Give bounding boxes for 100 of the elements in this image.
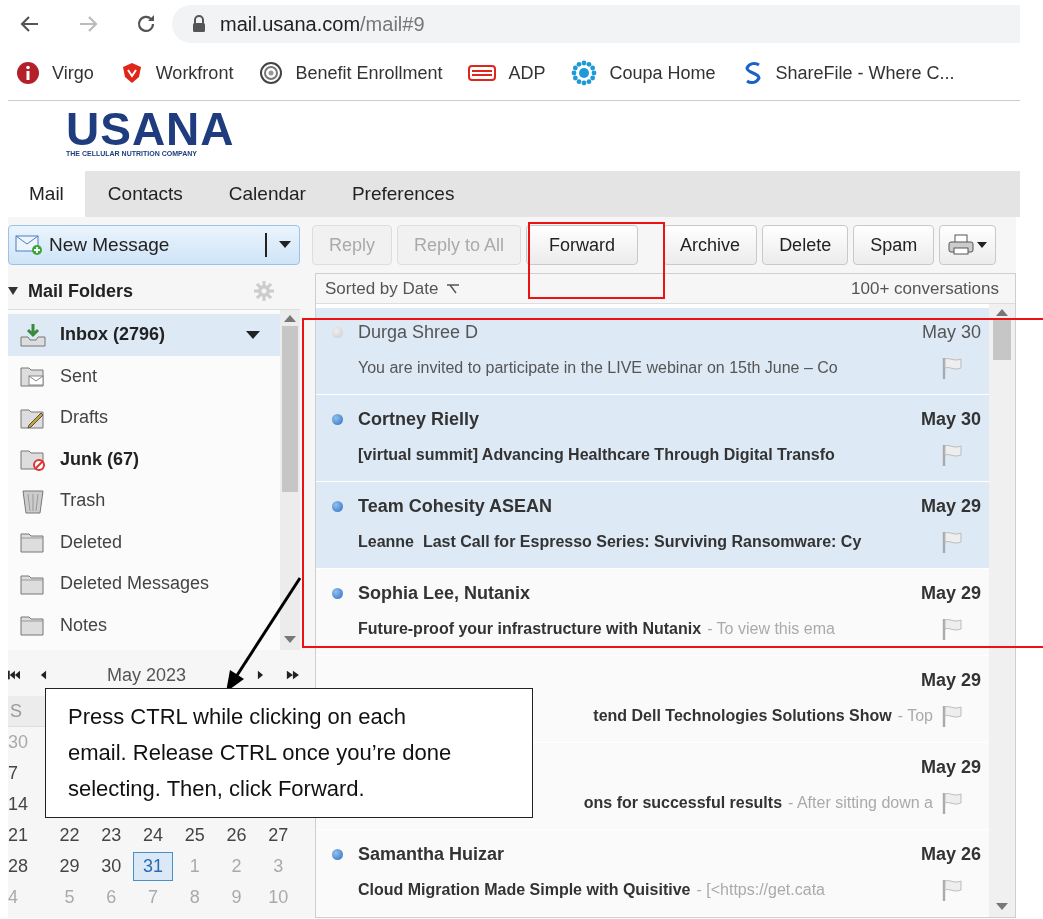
folder-item[interactable]: Trash: [8, 480, 280, 522]
logo-wordmark: USANA: [66, 109, 236, 149]
bookmark[interactable]: Coupa Home: [571, 60, 716, 86]
message-preview: - After sitting down a: [788, 794, 933, 812]
status-dot: [332, 413, 343, 425]
folder-item[interactable]: Drafts: [8, 397, 280, 439]
status-dot: [332, 500, 343, 512]
message-preview: - [<https://get.cata: [696, 881, 825, 899]
flag-icon[interactable]: [941, 704, 963, 728]
folder-item[interactable]: Junk (67): [8, 438, 280, 480]
message-subject: ons for successful results: [583, 794, 783, 812]
tab[interactable]: Calendar: [205, 171, 329, 217]
toolbar-button[interactable]: Archive: [663, 225, 758, 265]
calendar-month: May 2023: [107, 664, 188, 686]
url-host: mail.usana.com: [220, 12, 361, 36]
toolbar-button[interactable]: Forward: [526, 225, 639, 265]
message-row[interactable]: Durga Shree D May 30 You are invited to participate in the LIVE webinar on 15th June – Co: [316, 308, 989, 395]
calendar-day[interactable]: 31: [133, 852, 173, 881]
folder-envelope-icon: [20, 364, 46, 389]
message-subject: tend Dell Technologies Solutions Show: [593, 707, 892, 725]
calendar-day[interactable]: 26: [216, 821, 257, 850]
address-bar[interactable]: mail.usana.com/mail#9: [172, 5, 1020, 43]
sort-label[interactable]: Sorted by Date: [325, 278, 439, 299]
conversation-count: 100+ conversations: [851, 278, 999, 299]
calendar-day[interactable]: 27: [258, 821, 299, 850]
message-date: May 29: [920, 582, 981, 604]
flag-icon[interactable]: [941, 617, 963, 641]
skip-forward-icon[interactable]: [286, 669, 300, 681]
scrollbar[interactable]: [989, 304, 1015, 917]
message-row[interactable]: Team Cohesity ASEAN May 29 Leanne Last Call for Espresso Series: Surviving Ransomware: Cy: [316, 482, 989, 569]
message-date: May 29: [920, 495, 981, 517]
folder-blocked-icon: [20, 447, 46, 472]
caret-icon: [279, 241, 291, 249]
message-row[interactable]: Cortney Rielly May 30 [virtual summit] Advancing Healthcare Through Digital Transfo: [316, 395, 989, 482]
ring-icon: [259, 61, 284, 85]
inbox-icon: [20, 322, 46, 347]
trash-icon: [20, 487, 46, 514]
bookmark[interactable]: ADP: [468, 62, 546, 84]
toolbar-button[interactable]: Spam: [853, 225, 935, 265]
sender-name: Sophia Lee, Nutanix: [358, 582, 531, 604]
skip-back-icon[interactable]: [8, 669, 21, 681]
message-subject: Leanne Last Call for Espresso Series: Surviving Ransomware: Cy: [358, 533, 862, 551]
caret-icon[interactable]: [246, 330, 260, 339]
calendar-day[interactable]: 28: [8, 852, 48, 881]
calendar-day[interactable]: 21: [8, 821, 48, 850]
info-icon: [16, 61, 40, 85]
calendar-day[interactable]: 30: [91, 852, 132, 881]
tab[interactable]: Mail: [8, 171, 85, 217]
flag-icon[interactable]: [941, 530, 963, 554]
scrollbar[interactable]: [280, 310, 300, 650]
instruction-tooltip: Press CTRL while clicking on each email. Release CTRL once you’re done selecting. Then, click Forward.: [45, 688, 533, 818]
flag-icon[interactable]: [941, 878, 963, 902]
message-preview: - To view this ema: [707, 620, 835, 638]
collapse-icon[interactable]: [8, 286, 18, 296]
bookmark[interactable]: ShareFile - Where C...: [741, 60, 955, 86]
tab[interactable]: Contacts: [84, 171, 206, 217]
folder-item[interactable]: Notes: [8, 604, 280, 646]
starburst-icon: [571, 60, 598, 86]
print-button[interactable]: [939, 225, 997, 265]
scroll-up-icon[interactable]: [996, 308, 1008, 316]
toolbar-button[interactable]: Delete: [762, 225, 849, 265]
scroll-thumb[interactable]: [993, 320, 1011, 360]
calendar-day[interactable]: 25: [174, 821, 215, 850]
tab[interactable]: Preferences: [328, 171, 478, 217]
folder-item[interactable]: Deleted Messages: [8, 563, 280, 605]
sender-name: Team Cohesity ASEAN: [358, 495, 553, 517]
flag-icon[interactable]: [941, 356, 963, 380]
message-date: May 29: [920, 756, 981, 778]
stripes-icon: [468, 63, 497, 83]
sort-icon[interactable]: [446, 283, 461, 294]
calendar-day[interactable]: 22: [49, 821, 90, 850]
bookmark[interactable]: Workfront: [119, 61, 234, 85]
message-date: May 29: [920, 669, 981, 691]
message-subject: You are invited to participate in the LIVE webinar on 15th June – Co: [358, 359, 838, 377]
sender-name: Cortney Rielly: [358, 408, 480, 430]
message-subject: Cloud Migration Made Simple with Quisitive: [358, 881, 691, 899]
bookmark[interactable]: Benefit Enrollment: [259, 61, 443, 85]
folder-item[interactable]: Sent: [8, 355, 280, 397]
bookmark[interactable]: Virgo: [16, 61, 94, 85]
folder-item[interactable]: Inbox (2796): [8, 314, 280, 356]
message-date: May 30: [921, 321, 981, 343]
new-message-button[interactable]: New Message: [8, 225, 300, 265]
message-row[interactable]: Sophia Lee, Nutanix May 29 Future-proof your infrastructure with Nutanix - To view this ema: [316, 569, 989, 656]
folder-item[interactable]: Deleted: [8, 521, 280, 563]
folders-title: Mail Folders: [28, 280, 134, 302]
calendar-day[interactable]: 23: [91, 821, 132, 850]
calendar-day[interactable]: 24: [133, 821, 173, 850]
message-row[interactable]: Samantha Huizar May 26 Cloud Migration Made Simple with Quisitive - [<https://get.cata: [316, 830, 989, 917]
caret-icon: [977, 241, 988, 249]
scroll-up-icon[interactable]: [284, 314, 296, 322]
scroll-down-icon[interactable]: [284, 636, 296, 644]
previous-icon[interactable]: [40, 669, 47, 681]
scroll-thumb[interactable]: [282, 326, 298, 492]
calendar-day[interactable]: 29: [49, 852, 90, 881]
flag-icon[interactable]: [941, 443, 963, 467]
flag-icon[interactable]: [941, 791, 963, 815]
scroll-down-icon[interactable]: [996, 903, 1008, 911]
envelope-icon: [15, 234, 43, 256]
weekday-label: S: [9, 700, 23, 722]
next-icon[interactable]: [257, 669, 265, 681]
